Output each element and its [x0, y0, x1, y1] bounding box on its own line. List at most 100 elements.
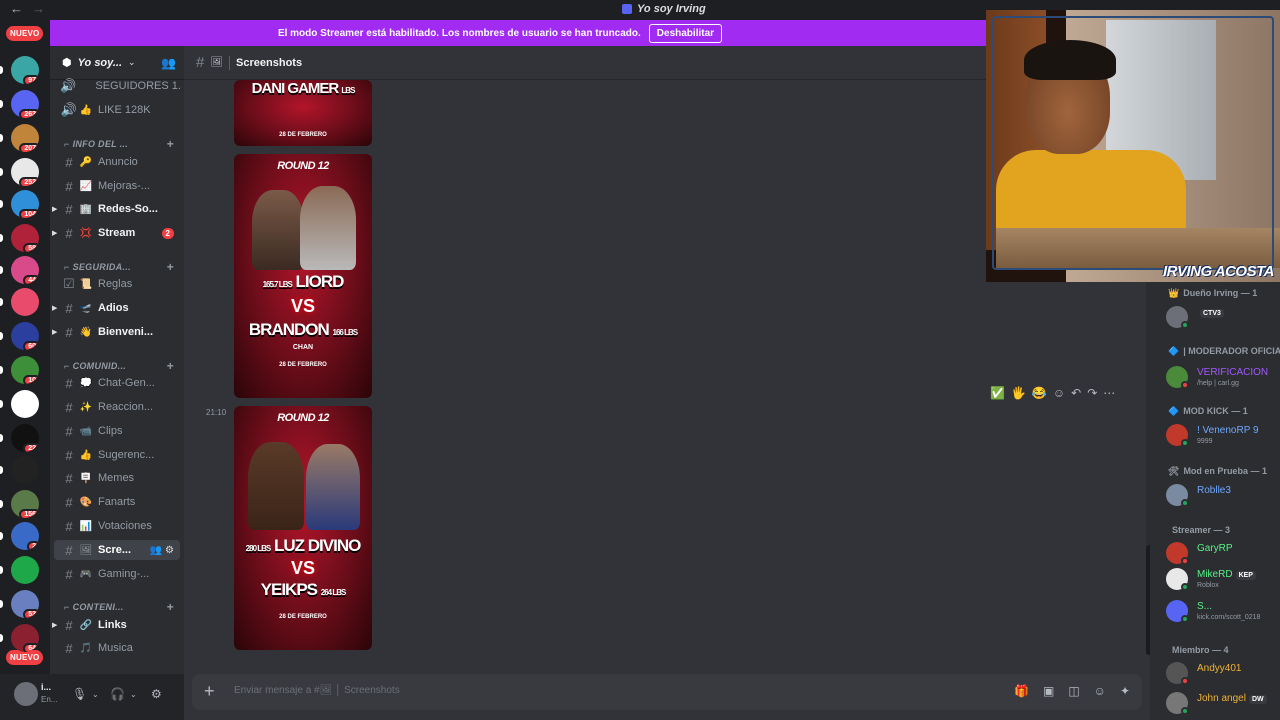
- member-item[interactable]: GaryRP: [1166, 540, 1278, 566]
- chevron-down-icon[interactable]: ⌄: [130, 690, 137, 699]
- member-name: GaryRP: [1197, 543, 1233, 554]
- server-icon[interactable]: [11, 288, 39, 316]
- channel-label: Scre...: [98, 544, 132, 556]
- channel-settings-icons[interactable]: 👥 ⚙: [150, 545, 174, 556]
- channel-item[interactable]: # 👍 Sugerenc...: [54, 445, 180, 465]
- server-icon[interactable]: 44: [11, 256, 39, 284]
- back-arrow-icon[interactable]: ←: [10, 1, 23, 16]
- disable-button[interactable]: Deshabilitar: [648, 23, 723, 43]
- new-badge[interactable]: NUEVO: [6, 650, 44, 665]
- member-item[interactable]: MikeRD KEP Roblox: [1166, 566, 1278, 592]
- new-badge[interactable]: NUEVO: [6, 26, 44, 41]
- add-channel-icon[interactable]: +: [167, 359, 174, 373]
- member-item[interactable]: Roblle3: [1166, 482, 1278, 508]
- poster-round: ROUND 12: [277, 412, 329, 424]
- channel-emoji: 👍: [79, 104, 93, 116]
- reply-icon[interactable]: ↶: [1071, 386, 1081, 400]
- add-channel-icon[interactable]: +: [167, 600, 174, 614]
- server-icon[interactable]: 10: [11, 356, 39, 384]
- message-composer[interactable]: + Enviar mensaje a #🖼 │ Screenshots 🎁 ▣ …: [192, 674, 1142, 710]
- message-input[interactable]: Enviar mensaje a #🖼 │ Screenshots: [234, 685, 400, 696]
- channel-item[interactable]: # 🎮 Gaming-...: [54, 564, 180, 584]
- channel-item[interactable]: ▶ # 🏢 Redes-So...: [52, 199, 180, 219]
- server-icon[interactable]: [11, 390, 39, 418]
- channel-item[interactable]: # 📊 Votaciones: [54, 516, 180, 536]
- member-item[interactable]: S... kick.com/scott_0218: [1166, 598, 1278, 624]
- image-attachment[interactable]: ROUND 12 280 LBS LUZ DIVINO VS YEIKPS 26…: [234, 406, 372, 650]
- emoji-icon[interactable]: ☺: [1094, 684, 1106, 698]
- avatar[interactable]: [14, 682, 38, 706]
- server-icon[interactable]: [11, 556, 39, 584]
- microphone-icon[interactable]: 🎙: [72, 687, 87, 701]
- checkmark-reaction-icon[interactable]: ✅: [990, 386, 1005, 400]
- image-attachment[interactable]: DANI GAMER LBS 28 DE FEBRERO: [234, 80, 372, 146]
- member-item[interactable]: CTV3: [1166, 304, 1278, 330]
- server-icon[interactable]: [11, 456, 39, 484]
- channel-category[interactable]: ⌐ CONTENI... +: [64, 599, 180, 615]
- add-channel-icon[interactable]: +: [167, 137, 174, 151]
- hand-reaction-icon[interactable]: 🖐: [1011, 386, 1026, 400]
- laugh-reaction-icon[interactable]: 😂: [1032, 386, 1047, 400]
- server-icon[interactable]: 2: [11, 522, 39, 550]
- member-item[interactable]: Andyy401: [1166, 660, 1278, 686]
- guild-header[interactable]: ⬢ Yo soy... ⌄ 👥: [50, 46, 184, 80]
- apps-icon[interactable]: ✦: [1120, 684, 1130, 698]
- server-icon[interactable]: 252: [11, 158, 39, 186]
- username: i...: [41, 682, 52, 692]
- channel-category[interactable]: ⌐ COMUNID... +: [64, 358, 180, 374]
- channel-item[interactable]: ☑ 📜 Reglas: [54, 274, 180, 294]
- channel-item[interactable]: # 🖼 Scre... 👥 ⚙: [54, 540, 180, 560]
- unread-arrow-icon: ▶: [52, 305, 58, 312]
- sticker-icon[interactable]: ◫: [1068, 684, 1079, 698]
- add-attachment-icon[interactable]: +: [204, 681, 215, 702]
- add-reaction-icon[interactable]: ☺: [1053, 386, 1065, 400]
- channel-item[interactable]: ▶ # 🔗 Links: [52, 615, 180, 635]
- headphones-icon[interactable]: 🎧: [110, 687, 125, 701]
- gear-icon[interactable]: ⚙: [151, 687, 162, 701]
- channel-emoji: 🖼: [210, 57, 224, 68]
- server-icon[interactable]: 58: [11, 224, 39, 252]
- channel-emoji: 📜: [79, 278, 93, 290]
- channel-item[interactable]: ▶ # 🛫 Adios: [52, 298, 180, 318]
- server-icon[interactable]: 156: [11, 490, 39, 518]
- server-icon[interactable]: 207: [11, 124, 39, 152]
- channel-item[interactable]: # 🪧 Memes: [54, 468, 180, 488]
- gift-icon[interactable]: 🎁: [1014, 684, 1029, 698]
- channel-item[interactable]: ▶ # 👋 Bienveni...: [52, 322, 180, 342]
- channel-label: Stream: [98, 227, 136, 239]
- server-icon[interactable]: 64: [11, 624, 39, 652]
- channel-item[interactable]: 🔊 👍 LIKE 128K: [54, 100, 180, 120]
- channel-emoji: 🎮: [79, 568, 93, 580]
- channel-item[interactable]: ▶ # 💢 Stream 2: [52, 223, 180, 243]
- server-icon[interactable]: 60: [11, 322, 39, 350]
- server-icon[interactable]: 53: [11, 590, 39, 618]
- chevron-down-icon[interactable]: ⌄: [92, 690, 99, 699]
- channel-item[interactable]: # 💭 Chat-Gen...: [54, 373, 180, 393]
- channel-item[interactable]: # 📈 Mejoras-...: [54, 176, 180, 196]
- channel-item[interactable]: # ✨ Reaccion...: [54, 397, 180, 417]
- channel-item[interactable]: 🔊 SEGUIDORES 1...: [54, 76, 180, 96]
- server-icon[interactable]: 22: [11, 424, 39, 452]
- group-icon: 👑: [1168, 288, 1180, 298]
- more-icon[interactable]: ⋯: [1103, 386, 1115, 400]
- mention-badge: 2: [161, 227, 174, 239]
- member-item[interactable]: ! VenenoRP 9 9999: [1166, 422, 1278, 448]
- image-attachment[interactable]: ROUND 12 165.7 LBS LIORD VS BRANDON 166 …: [234, 154, 372, 398]
- gif-icon[interactable]: ▣: [1043, 684, 1054, 698]
- forward-icon[interactable]: ↷: [1087, 386, 1097, 400]
- server-icon[interactable]: 263: [11, 90, 39, 118]
- member-item[interactable]: John angel DW: [1166, 690, 1278, 716]
- server-icon[interactable]: 97: [11, 56, 39, 84]
- channel-item[interactable]: # 🔑 Anuncio: [54, 152, 180, 172]
- channel-category[interactable]: ⌐ INFO DEL ... +: [64, 136, 180, 152]
- invite-icon[interactable]: 👥: [161, 56, 176, 70]
- channel-category[interactable]: ⌐ SEGURIDA... +: [64, 259, 180, 275]
- server-icon[interactable]: 104: [11, 190, 39, 218]
- channel-item[interactable]: # 📹 Clips: [54, 421, 180, 441]
- channel-item[interactable]: # 🎨 Fanarts: [54, 492, 180, 512]
- channel-item[interactable]: # 🎵 Musica: [54, 638, 180, 658]
- forward-arrow-icon[interactable]: →: [32, 1, 45, 16]
- poster-date: 28 DE FEBRERO: [279, 132, 327, 138]
- add-channel-icon[interactable]: +: [167, 260, 174, 274]
- member-item[interactable]: VERIFICACION/help | carl.gg: [1166, 364, 1278, 390]
